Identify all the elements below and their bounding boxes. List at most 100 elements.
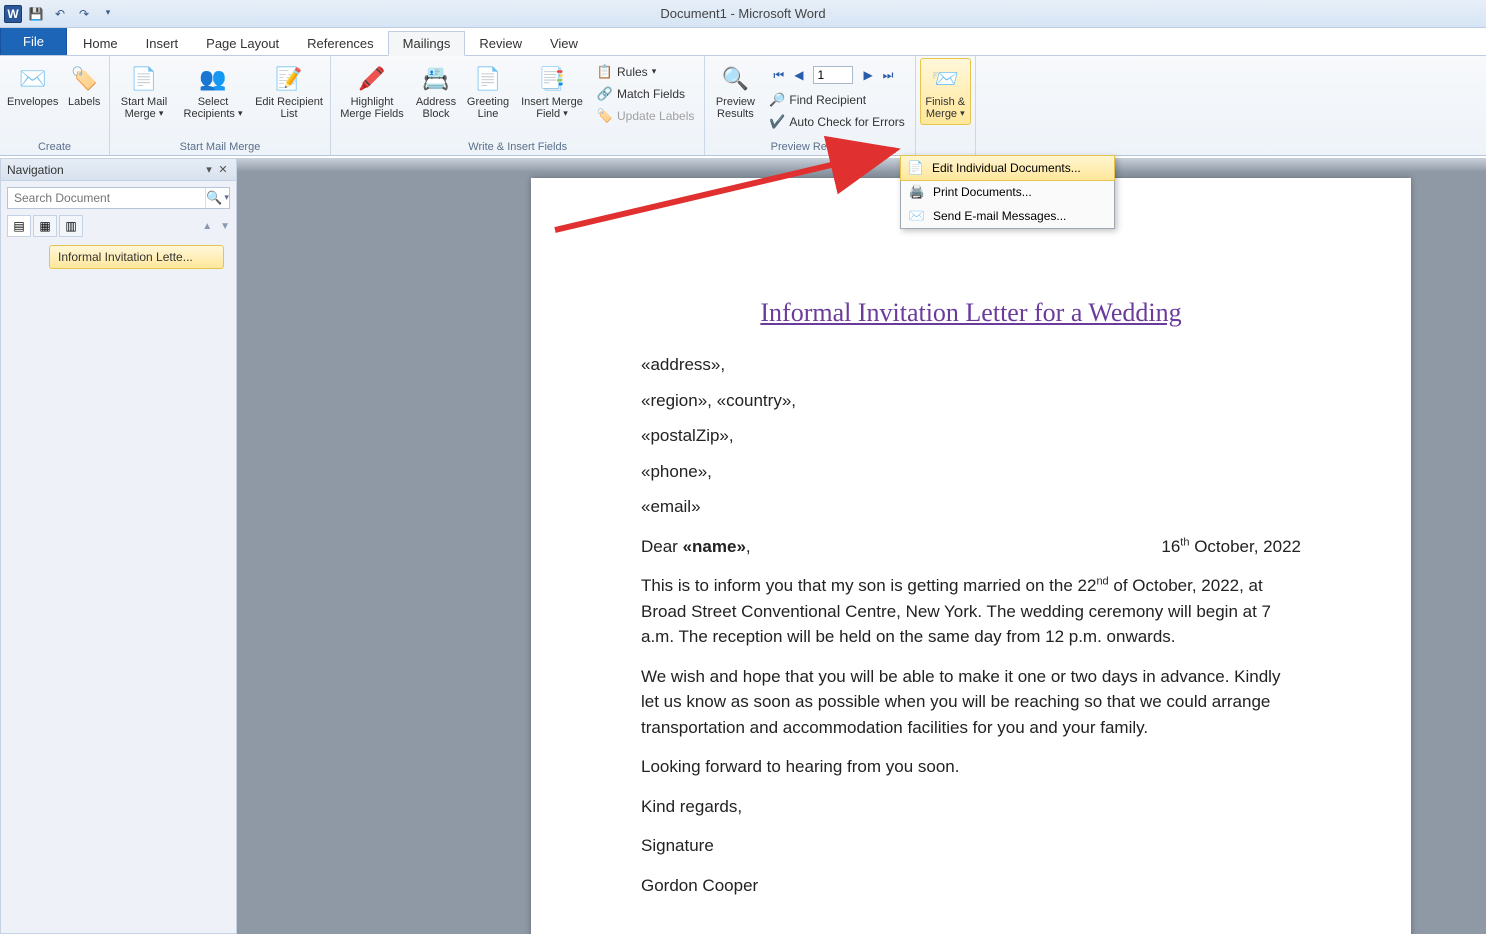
print-documents-icon: 🖨️ bbox=[909, 184, 925, 200]
dear-and-date-line: Dear «name», 16th October, 2022 bbox=[641, 534, 1301, 560]
word-app-icon: W bbox=[4, 5, 22, 23]
group-preview-label: Preview Results bbox=[709, 139, 910, 155]
group-start-label: Start Mail Merge bbox=[114, 139, 326, 155]
group-start-mail-merge: 📄 Start Mail Merge ▾ 👥 Select Recipients… bbox=[110, 56, 331, 155]
preview-results-button[interactable]: 🔍 Preview Results bbox=[709, 58, 761, 125]
greeting-line-label: Greeting Line bbox=[466, 96, 510, 120]
next-record-button[interactable]: ▶ bbox=[863, 68, 872, 82]
insert-merge-field-icon: 📑 bbox=[536, 63, 568, 95]
tab-file[interactable]: File bbox=[0, 27, 67, 55]
finish-merge-icon: 📨 bbox=[929, 63, 961, 95]
labels-icon: 🏷️ bbox=[68, 63, 100, 95]
insert-merge-field-button[interactable]: 📑 Insert Merge Field ▾ bbox=[515, 58, 589, 125]
quick-access-toolbar: W 💾 ↶ ↷ ▾ bbox=[0, 4, 122, 24]
auto-check-errors-button[interactable]: ✔️Auto Check for Errors bbox=[765, 112, 908, 132]
rules-icon: 📋 bbox=[597, 64, 613, 80]
closing-name: Gordon Cooper bbox=[641, 873, 1301, 899]
navigation-heading-item[interactable]: Informal Invitation Lette... bbox=[49, 245, 224, 269]
navigation-view-tabs: ▤ ▦ ▥ ▲ ▼ bbox=[7, 215, 230, 237]
match-fields-button[interactable]: 🔗Match Fields bbox=[593, 84, 698, 104]
merge-field-postalzip: «postalZip», bbox=[641, 423, 1301, 449]
menu-send-email-messages[interactable]: ✉️ Send E-mail Messages... bbox=[901, 204, 1114, 228]
highlight-icon: 🖍️ bbox=[356, 63, 388, 95]
merge-field-phone: «phone», bbox=[641, 459, 1301, 485]
edit-recipient-icon: 📝 bbox=[273, 63, 305, 95]
tab-insert[interactable]: Insert bbox=[132, 32, 193, 55]
record-number-input[interactable] bbox=[813, 66, 853, 84]
ribbon: ✉️ Envelopes 🏷️ Labels Create 📄 Start Ma… bbox=[0, 56, 1486, 156]
preview-results-label: Preview Results bbox=[712, 96, 758, 120]
edit-recipient-list-button[interactable]: 📝 Edit Recipient List bbox=[252, 58, 326, 125]
envelopes-button[interactable]: ✉️ Envelopes bbox=[4, 58, 61, 113]
tab-page-layout[interactable]: Page Layout bbox=[192, 32, 293, 55]
navigation-pane-dropdown[interactable]: ▾ bbox=[202, 163, 216, 176]
find-recipient-icon: 🔎 bbox=[769, 92, 785, 108]
mail-merge-icon: 📄 bbox=[128, 63, 160, 95]
document-page[interactable]: Informal Invitation Letter for a Wedding… bbox=[531, 178, 1411, 934]
greeting-line-icon: 📄 bbox=[472, 63, 504, 95]
document-title: Informal Invitation Letter for a Wedding bbox=[641, 298, 1301, 328]
select-recipients-button[interactable]: 👥 Select Recipients ▾ bbox=[176, 58, 250, 125]
prev-record-button[interactable]: ◀ bbox=[794, 68, 803, 82]
merge-field-email: «email» bbox=[641, 494, 1301, 520]
address-block-button[interactable]: 📇 Address Block bbox=[411, 58, 461, 125]
group-create-label: Create bbox=[4, 139, 105, 155]
navigation-pane: Navigation ▾ ✕ 🔍▾ ▤ ▦ ▥ ▲ ▼ Informal Inv… bbox=[0, 158, 237, 934]
navigation-pane-title: Navigation bbox=[7, 163, 64, 177]
labels-button[interactable]: 🏷️ Labels bbox=[63, 58, 105, 113]
group-preview-results: 🔍 Preview Results ⏮ ◀ ▶ ⏭ 🔎Find Recipien… bbox=[705, 56, 915, 155]
send-email-icon: ✉️ bbox=[909, 208, 925, 224]
window-title: Document1 - Microsoft Word bbox=[660, 6, 825, 21]
start-mail-merge-button[interactable]: 📄 Start Mail Merge ▾ bbox=[114, 58, 174, 125]
nav-tab-headings[interactable]: ▤ bbox=[7, 215, 31, 237]
group-finish: 📨 Finish & Merge ▾ bbox=[916, 56, 976, 155]
find-recipient-button[interactable]: 🔎Find Recipient bbox=[765, 90, 908, 110]
tab-view[interactable]: View bbox=[536, 32, 592, 55]
ribbon-tabs: File Home Insert Page Layout References … bbox=[0, 28, 1486, 56]
update-labels-icon: 🏷️ bbox=[597, 108, 613, 124]
merge-field-address: «address», bbox=[641, 352, 1301, 378]
title-bar: W 💾 ↶ ↷ ▾ Document1 - Microsoft Word bbox=[0, 0, 1486, 28]
navigation-search-button[interactable]: 🔍▾ bbox=[205, 188, 229, 208]
group-create: ✉️ Envelopes 🏷️ Labels Create bbox=[0, 56, 110, 155]
first-record-button[interactable]: ⏮ bbox=[773, 68, 784, 83]
qat-customize-icon[interactable]: ▾ bbox=[98, 4, 118, 24]
navigation-search-input[interactable] bbox=[8, 188, 205, 208]
highlight-merge-fields-button[interactable]: 🖍️ Highlight Merge Fields bbox=[335, 58, 409, 125]
nav-tab-results[interactable]: ▥ bbox=[59, 215, 83, 237]
navigation-search: 🔍▾ bbox=[7, 187, 230, 209]
body-paragraph-1: This is to inform you that my son is get… bbox=[641, 573, 1301, 650]
navigation-pane-header: Navigation ▾ ✕ bbox=[1, 159, 236, 181]
redo-button[interactable]: ↷ bbox=[74, 4, 94, 24]
undo-button[interactable]: ↶ bbox=[50, 4, 70, 24]
envelopes-label: Envelopes bbox=[7, 96, 58, 108]
update-labels-button: 🏷️Update Labels bbox=[593, 106, 698, 126]
auto-check-icon: ✔️ bbox=[769, 114, 785, 130]
save-button[interactable]: 💾 bbox=[26, 4, 46, 24]
menu-print-documents[interactable]: 🖨️ Print Documents... bbox=[901, 180, 1114, 204]
greeting-line-button[interactable]: 📄 Greeting Line bbox=[463, 58, 513, 125]
last-record-button[interactable]: ⏭ bbox=[883, 68, 894, 83]
tab-review[interactable]: Review bbox=[465, 32, 536, 55]
select-recipients-icon: 👥 bbox=[197, 63, 229, 95]
menu-edit-individual-documents[interactable]: 📄 Edit Individual Documents... bbox=[900, 155, 1115, 181]
match-fields-icon: 🔗 bbox=[597, 86, 613, 102]
tab-home[interactable]: Home bbox=[69, 32, 132, 55]
tab-references[interactable]: References bbox=[293, 32, 387, 55]
finish-merge-menu: 📄 Edit Individual Documents... 🖨️ Print … bbox=[900, 155, 1115, 229]
highlight-label: Highlight Merge Fields bbox=[338, 96, 406, 120]
nav-prev-heading[interactable]: ▲ bbox=[202, 221, 212, 232]
nav-tab-pages[interactable]: ▦ bbox=[33, 215, 57, 237]
group-write-insert: 🖍️ Highlight Merge Fields 📇 Address Bloc… bbox=[331, 56, 705, 155]
navigation-pane-close[interactable]: ✕ bbox=[216, 163, 230, 176]
finish-merge-button[interactable]: 📨 Finish & Merge ▾ bbox=[920, 58, 971, 125]
merge-field-region-country: «region», «country», bbox=[641, 388, 1301, 414]
nav-next-heading[interactable]: ▼ bbox=[220, 221, 230, 232]
address-block-icon: 📇 bbox=[420, 63, 452, 95]
tab-mailings[interactable]: Mailings bbox=[388, 31, 466, 56]
closing-signature: Signature bbox=[641, 833, 1301, 859]
body-paragraph-2: We wish and hope that you will be able t… bbox=[641, 664, 1301, 741]
rules-button[interactable]: 📋Rules ▾ bbox=[593, 62, 698, 82]
closing-kind-regards: Kind regards, bbox=[641, 794, 1301, 820]
preview-results-icon: 🔍 bbox=[719, 63, 751, 95]
